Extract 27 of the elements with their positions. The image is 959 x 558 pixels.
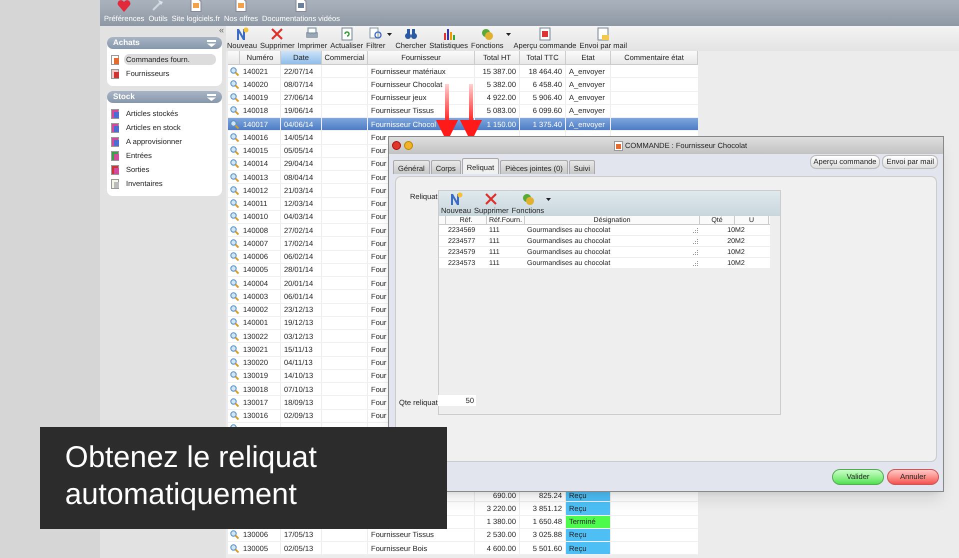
caret-icon	[546, 198, 552, 201]
new-document-icon	[449, 192, 464, 206]
delete-icon	[270, 27, 284, 41]
caret-icon	[506, 33, 511, 36]
panel-title: Stock	[113, 91, 135, 103]
filter-icon	[368, 27, 383, 41]
binoculars-icon	[404, 27, 418, 41]
heart-icon	[117, 0, 132, 12]
new-document-icon	[235, 27, 250, 41]
refresh-icon	[340, 27, 354, 41]
caret-icon	[387, 33, 392, 36]
caption-overlay: Obtenez le reliquat automatiquement	[40, 427, 447, 529]
delete-icon	[484, 192, 498, 206]
minimize-icon	[404, 141, 413, 150]
menu-icon	[207, 40, 216, 46]
bar-chart-icon	[442, 27, 456, 41]
pdf-document-icon	[538, 27, 552, 41]
printer-icon	[305, 27, 320, 41]
document-icon	[614, 140, 623, 151]
mail-document-icon	[596, 27, 610, 41]
close-icon	[392, 141, 401, 150]
menu-icon	[207, 94, 216, 100]
document-icon	[295, 0, 307, 12]
panel-title: Achats	[113, 37, 140, 49]
document-icon	[190, 0, 202, 12]
collapse-toggle[interactable]: «	[218, 26, 224, 35]
document-icon	[234, 0, 247, 12]
